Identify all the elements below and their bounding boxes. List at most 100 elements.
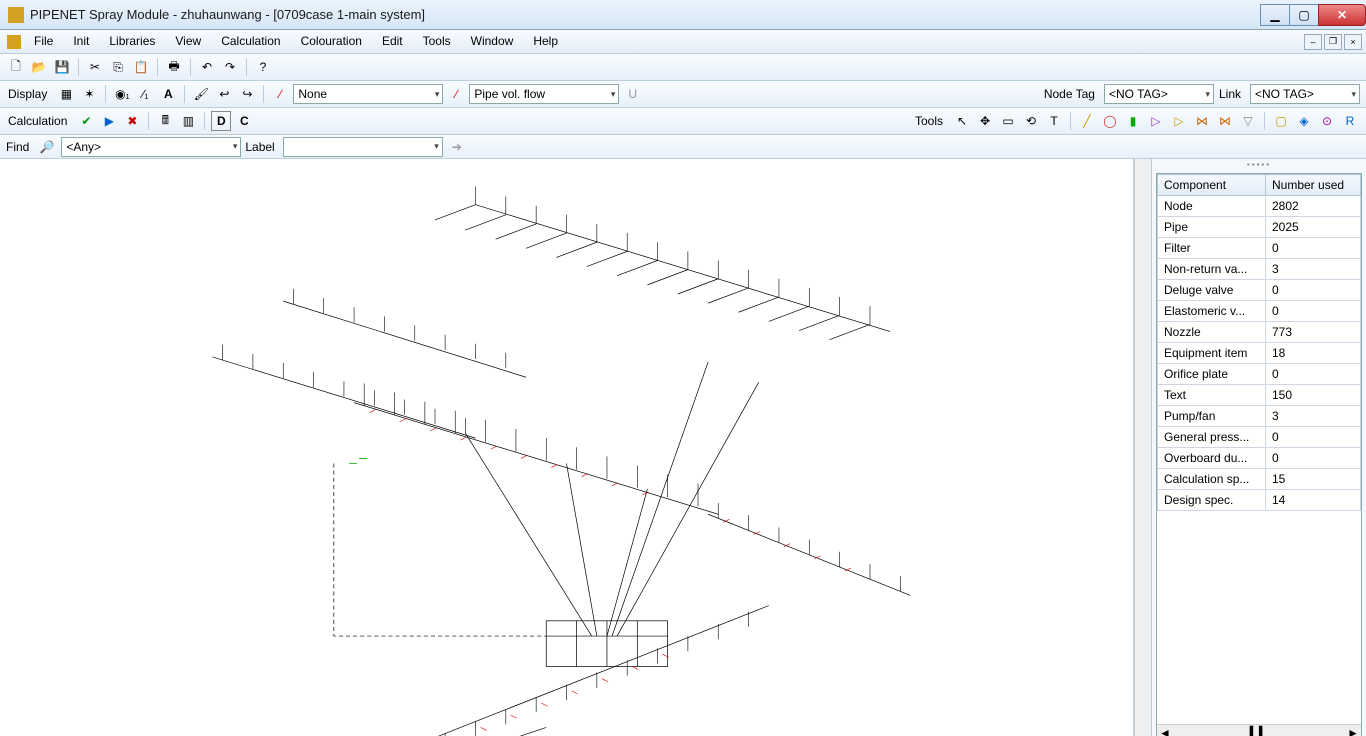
run-icon[interactable]: ▶ — [99, 111, 119, 131]
new-icon[interactable]: 🗋 — [6, 57, 26, 77]
menu-init[interactable]: Init — [63, 30, 99, 53]
mdi-minimize[interactable]: – — [1304, 34, 1322, 50]
node-tag-combo[interactable]: <NO TAG> — [1104, 84, 1214, 104]
close-button[interactable] — [1318, 4, 1366, 26]
table-row[interactable]: Equipment item18 — [1158, 343, 1361, 364]
go-icon[interactable]: ➔ — [447, 137, 467, 157]
arrow-left-icon[interactable]: ↩ — [214, 84, 234, 104]
table-row[interactable]: Design spec.14 — [1158, 490, 1361, 511]
table-row[interactable]: Orifice plate0 — [1158, 364, 1361, 385]
pump-icon[interactable]: ⊙ — [1317, 111, 1337, 131]
pipe-icon[interactable]: ╱ — [1077, 111, 1097, 131]
table-row[interactable]: Text150 — [1158, 385, 1361, 406]
binoculars-icon[interactable]: 🔎 — [37, 137, 57, 157]
properties-hscroll[interactable]: ◄▍▍► — [1157, 724, 1361, 736]
table-row[interactable]: Nozzle773 — [1158, 322, 1361, 343]
node-icon[interactable]: ◯ — [1100, 111, 1120, 131]
standard-toolbar: 🗋 📂 💾 ✂ ⎘ 📋 🖶 ↶ ↷ ? — [0, 54, 1366, 81]
table-row[interactable]: General press...0 — [1158, 427, 1361, 448]
menu-colouration[interactable]: Colouration — [291, 30, 372, 53]
menu-calculation[interactable]: Calculation — [211, 30, 290, 53]
orifice-icon[interactable]: ◈ — [1294, 111, 1314, 131]
select-rect-icon[interactable]: ▭ — [998, 111, 1018, 131]
menu-tools[interactable]: Tools — [413, 30, 461, 53]
menu-help[interactable]: Help — [523, 30, 568, 53]
tag2-icon[interactable]: ∕₁ — [135, 84, 155, 104]
menu-window[interactable]: Window — [461, 30, 524, 53]
break-icon[interactable]: ✖ — [122, 111, 142, 131]
link-combo[interactable]: <NO TAG> — [1250, 84, 1360, 104]
table-row[interactable]: Non-return va...3 — [1158, 259, 1361, 280]
copy-icon[interactable]: ⎘ — [108, 57, 128, 77]
table-row[interactable]: Pump/fan3 — [1158, 406, 1361, 427]
calc-tool-icon[interactable]: 🖩 — [155, 111, 175, 131]
nozzle-icon[interactable]: ▽ — [1238, 111, 1258, 131]
table-row[interactable]: Calculation sp...15 — [1158, 469, 1361, 490]
prop-header-number[interactable]: Number used — [1266, 175, 1361, 196]
table-row[interactable]: Deluge valve0 — [1158, 280, 1361, 301]
table-row[interactable]: Pipe2025 — [1158, 217, 1361, 238]
none-prefix-icon[interactable]: ∕ — [270, 84, 290, 104]
deluge-icon[interactable]: ▷ — [1169, 111, 1189, 131]
check-icon[interactable]: ✔ — [76, 111, 96, 131]
valve2-icon[interactable]: ⋈ — [1215, 111, 1235, 131]
link-label: Link — [1217, 87, 1247, 101]
display-combo-2[interactable]: Pipe vol. flow — [469, 84, 619, 104]
equipment-icon[interactable]: ▢ — [1271, 111, 1291, 131]
menu-file[interactable]: File — [24, 30, 63, 53]
paste-icon[interactable]: 📋 — [131, 57, 151, 77]
pointer-icon[interactable]: ↖ — [952, 111, 972, 131]
overboard-icon[interactable]: R — [1340, 111, 1360, 131]
cut-icon[interactable]: ✂ — [85, 57, 105, 77]
table-row[interactable]: Overboard du...0 — [1158, 448, 1361, 469]
mdi-close[interactable]: × — [1344, 34, 1362, 50]
move-icon[interactable]: ✥ — [975, 111, 995, 131]
filter-icon[interactable]: ▮ — [1123, 111, 1143, 131]
app-icon — [8, 7, 24, 23]
valve1-icon[interactable]: ⋈ — [1192, 111, 1212, 131]
prop-cell-name: Node — [1158, 196, 1266, 217]
menu-libraries[interactable]: Libraries — [99, 30, 165, 53]
panel-grip[interactable]: ▪▪▪▪▪ — [1152, 159, 1366, 169]
text-icon[interactable]: T — [1044, 111, 1064, 131]
find-any-combo[interactable]: <Any> — [61, 137, 241, 157]
window-buttons — [1261, 4, 1366, 26]
grid-icon[interactable]: ▦ — [56, 84, 76, 104]
help-icon[interactable]: ? — [253, 57, 273, 77]
undo-icon[interactable]: ↶ — [197, 57, 217, 77]
redo-icon[interactable]: ↷ — [220, 57, 240, 77]
mask-icon[interactable]: ▥ — [178, 111, 198, 131]
table-row[interactable]: Elastomeric v...0 — [1158, 301, 1361, 322]
c-button[interactable]: C — [234, 111, 254, 131]
maximize-button[interactable] — [1289, 4, 1319, 26]
open-icon[interactable]: 📂 — [29, 57, 49, 77]
flow-prefix-icon[interactable]: ∕ — [446, 84, 466, 104]
prop-cell-name: Calculation sp... — [1158, 469, 1266, 490]
table-row[interactable]: Filter0 — [1158, 238, 1361, 259]
print-icon[interactable]: 🖶 — [164, 57, 184, 77]
prop-header-component[interactable]: Component — [1158, 175, 1266, 196]
canvas-area[interactable] — [0, 159, 1134, 736]
mdi-restore[interactable]: ❐ — [1324, 34, 1342, 50]
save-icon[interactable]: 💾 — [52, 57, 72, 77]
prop-cell-value: 150 — [1266, 385, 1361, 406]
arrow-right-icon[interactable]: ↪ — [237, 84, 257, 104]
node-tag-label: Node Tag — [1042, 87, 1101, 101]
find-label2: Label — [245, 140, 278, 154]
minimize-button[interactable] — [1260, 4, 1290, 26]
menu-edit[interactable]: Edit — [372, 30, 413, 53]
menu-view[interactable]: View — [165, 30, 211, 53]
nonreturn-icon[interactable]: ▷ — [1146, 111, 1166, 131]
d-button[interactable]: D — [211, 111, 231, 131]
tagA-icon[interactable]: A — [158, 84, 178, 104]
table-row[interactable]: Node2802 — [1158, 196, 1361, 217]
vertical-scrollbar[interactable] — [1134, 159, 1151, 736]
rotate-icon[interactable]: ⟲ — [1021, 111, 1041, 131]
snap-icon[interactable]: ✶ — [79, 84, 99, 104]
find-label-combo[interactable] — [283, 137, 443, 157]
tag1-icon[interactable]: ◉₁ — [112, 84, 132, 104]
prop-cell-value: 0 — [1266, 301, 1361, 322]
paint-icon[interactable]: 🖌 — [191, 84, 211, 104]
display-combo-1[interactable]: None — [293, 84, 443, 104]
mdi-buttons: – ❐ × — [1304, 30, 1366, 53]
